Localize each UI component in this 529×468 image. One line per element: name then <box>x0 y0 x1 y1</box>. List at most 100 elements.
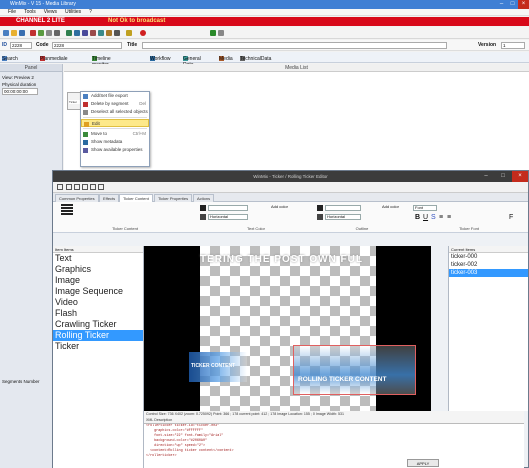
star-icon[interactable] <box>126 30 132 36</box>
save-icon[interactable] <box>57 184 63 190</box>
menu-item-deselect-all[interactable]: Deselect all selected objects <box>81 108 149 116</box>
menu-tools[interactable]: Tools <box>24 9 36 16</box>
current-item-ticker-002[interactable]: ticker-002 <box>449 261 528 269</box>
menu-file[interactable]: File <box>8 9 16 16</box>
delete-icon <box>83 102 88 107</box>
tab-common-properties[interactable]: Common Properties <box>55 194 99 202</box>
ticker-content-label: Ticker Content <box>112 226 138 231</box>
item-type-video[interactable]: Video <box>53 297 143 308</box>
add-color-button[interactable]: Add color <box>270 205 294 211</box>
maximize-icon[interactable]: □ <box>495 171 511 182</box>
duration-field[interactable]: 00:00:00:00 <box>2 88 38 95</box>
menu-item-edit[interactable]: Edit <box>81 119 149 127</box>
add-outline-color-button[interactable]: Add color <box>381 205 407 211</box>
tab-ticker-content[interactable]: Ticker Content <box>119 194 153 202</box>
close-icon[interactable]: × <box>512 171 528 182</box>
record-icon[interactable] <box>140 30 146 36</box>
menu-shortcut: Ctrl+M <box>132 131 146 136</box>
rolling-ticker-box[interactable]: ROLLING TICKER CONTENT <box>293 345 416 395</box>
new-icon[interactable] <box>3 30 9 36</box>
outline-horizontal-select[interactable]: Horizontal <box>325 214 361 220</box>
menu-item-add-file-export[interactable]: Add/Set file export <box>81 92 149 100</box>
filter-icon[interactable] <box>98 30 104 36</box>
redo-icon[interactable] <box>74 184 80 190</box>
refresh-icon[interactable] <box>38 30 44 36</box>
menu-views[interactable]: Views <box>44 9 57 16</box>
dialog-title: WinMix - Ticker / Rolling Ticker Editor <box>253 174 328 179</box>
cut-icon[interactable] <box>82 184 88 190</box>
align-icon[interactable] <box>61 204 73 206</box>
minimize-icon[interactable]: – <box>478 171 494 182</box>
menu-help[interactable]: ? <box>89 9 92 16</box>
ticker-content-text: TICKER CONTENT <box>191 363 236 369</box>
tab-effects[interactable]: Effects <box>99 194 120 202</box>
item-type-image-sequence[interactable]: Image Sequence <box>53 286 143 297</box>
font-size-icon[interactable]: F <box>509 214 513 221</box>
minimize-icon[interactable]: – <box>496 0 507 9</box>
horizontal-select[interactable]: Horizontal <box>208 214 248 220</box>
current-item-ticker-000[interactable]: ticker-000 <box>449 253 528 261</box>
copy-icon[interactable] <box>46 30 52 36</box>
play-icon[interactable] <box>210 30 216 36</box>
text-color-swatch[interactable] <box>200 205 206 211</box>
menu-shortcut: Del <box>139 101 146 106</box>
properties-ribbon: Ticker Content Add color Horizontal Text… <box>53 202 528 233</box>
print-icon[interactable] <box>114 30 120 36</box>
item-type-crawling-ticker[interactable]: Crawling Ticker <box>53 319 143 330</box>
apply-button[interactable]: APPLY <box>407 459 439 467</box>
menu-item-show-properties[interactable]: Show available properties <box>81 146 149 154</box>
unlink-icon[interactable] <box>90 30 96 36</box>
tab-ticker-properties[interactable]: Ticker Properties <box>154 194 193 202</box>
font-name-field[interactable]: Font <box>413 205 437 211</box>
copy-icon[interactable] <box>90 184 96 190</box>
item-type-text[interactable]: Text <box>53 253 143 264</box>
channel-bar: CHANNEL 2 LITE Not Ok to broadcast <box>0 17 529 26</box>
save-icon[interactable] <box>19 30 25 36</box>
close-icon[interactable]: × <box>518 0 529 9</box>
align-left-button[interactable]: ≡ <box>439 214 443 221</box>
settings-icon[interactable] <box>218 30 224 36</box>
text-color-label: Text Color <box>246 226 265 231</box>
menu-item-show-metadata[interactable]: Show metadata <box>81 138 149 146</box>
underline-button[interactable]: U <box>423 214 428 221</box>
current-item-ticker-003[interactable]: ticker-003 <box>449 269 528 277</box>
paste-icon[interactable] <box>54 30 60 36</box>
id-field[interactable]: 2228 <box>10 42 32 49</box>
menu-item-delete-segment[interactable]: Delete by segment Del <box>81 100 149 108</box>
maximize-icon[interactable]: □ <box>507 0 518 9</box>
menu-utilities[interactable]: Utilities <box>65 9 81 16</box>
sort-icon[interactable] <box>106 30 112 36</box>
undo-icon[interactable] <box>66 184 72 190</box>
outline-label: Outline <box>355 226 369 231</box>
title-field[interactable] <box>142 42 447 49</box>
canvas-status: Control Size: 736 X402 (zoom: 0.725092) … <box>144 411 524 423</box>
view-selector[interactable]: View: Preview 2 <box>2 74 60 81</box>
link-icon[interactable] <box>82 30 88 36</box>
open-icon[interactable] <box>11 30 17 36</box>
item-type-image[interactable]: Image <box>53 275 143 286</box>
align-center-button[interactable]: ≡ <box>447 214 451 221</box>
xml-editor[interactable]: <rollerticker ticker-id="ticker-003" gra… <box>144 423 524 468</box>
left-panel-header: Panel <box>0 64 62 72</box>
code-field[interactable]: 2228 <box>52 42 122 49</box>
window-title: WinMix - V 15 - Media Library <box>10 1 76 7</box>
item-type-rolling-ticker[interactable]: Rolling Ticker <box>53 330 143 341</box>
outline-color-field[interactable] <box>325 205 361 211</box>
version-field[interactable]: 1 <box>501 42 525 49</box>
export-icon[interactable] <box>74 30 80 36</box>
strikethrough-button[interactable]: S <box>431 214 436 221</box>
item-type-ticker[interactable]: Ticker <box>53 341 143 352</box>
bold-button[interactable]: B <box>415 214 420 221</box>
text-color-field[interactable] <box>208 205 248 211</box>
dialog-tabs: Common Properties Effects Ticker Content… <box>53 193 528 202</box>
menu-item-move-to[interactable]: Move to Ctrl+M <box>81 130 149 138</box>
tab-actions[interactable]: Actions <box>193 194 215 202</box>
item-type-flash[interactable]: Flash <box>53 308 143 319</box>
import-icon[interactable] <box>66 30 72 36</box>
ticker-content-box[interactable]: TICKER CONTENT <box>189 352 247 382</box>
paste-icon[interactable] <box>98 184 104 190</box>
outline-color-swatch[interactable] <box>317 205 323 211</box>
item-type-graphics[interactable]: Graphics <box>53 264 143 275</box>
delete-icon[interactable] <box>30 30 36 36</box>
preview-canvas[interactable]: TERING THE POST OWN FUL TICKER CONTENT R… <box>144 246 431 411</box>
